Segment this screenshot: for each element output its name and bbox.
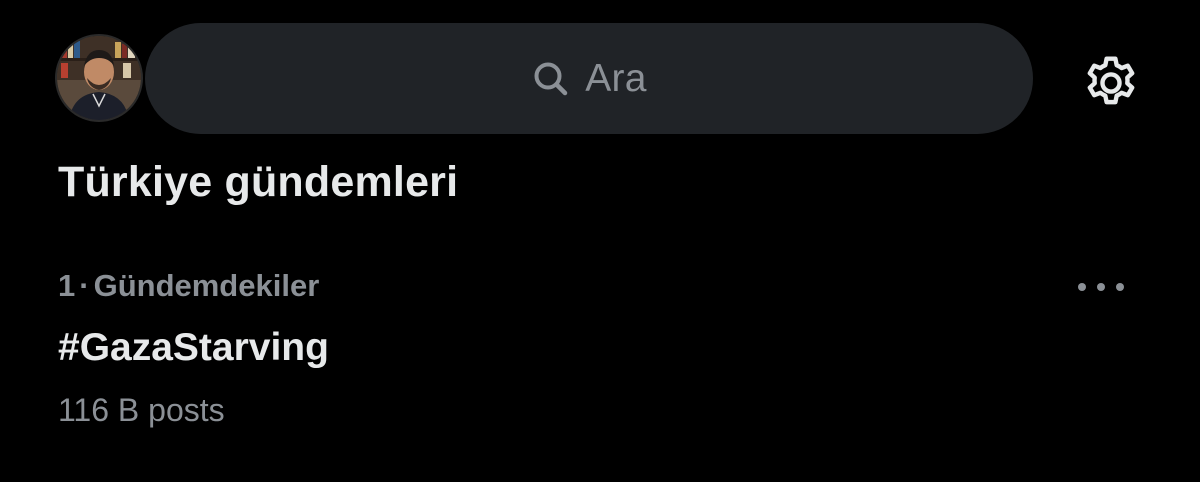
trend-separator: · [79,268,90,303]
trend-item[interactable]: 1 · Gündemdekiler #GazaStarving 116 B post… [0,260,1200,440]
more-dot [1078,283,1086,291]
trend-category: Gündemdekiler [93,268,320,303]
settings-button[interactable] [1080,52,1142,114]
search-bar[interactable]: Ara [145,23,1033,134]
trend-name[interactable]: #GazaStarving [58,326,329,370]
search-placeholder: Ara [585,56,647,100]
top-bar: Ara [0,0,1200,140]
trend-meta: 1 · Gündemdekiler [58,268,319,304]
profile-avatar[interactable] [55,34,143,122]
trend-rank: 1 [58,268,76,303]
section-title: Türkiye gündemleri [58,158,459,206]
search-icon [534,62,568,95]
gear-icon [1087,56,1135,105]
trend-post-count: 116 B posts [58,392,225,428]
more-horizontal-icon[interactable] [1078,274,1124,300]
avatar-image [57,36,141,120]
more-dot [1097,283,1105,291]
more-dot [1116,283,1124,291]
